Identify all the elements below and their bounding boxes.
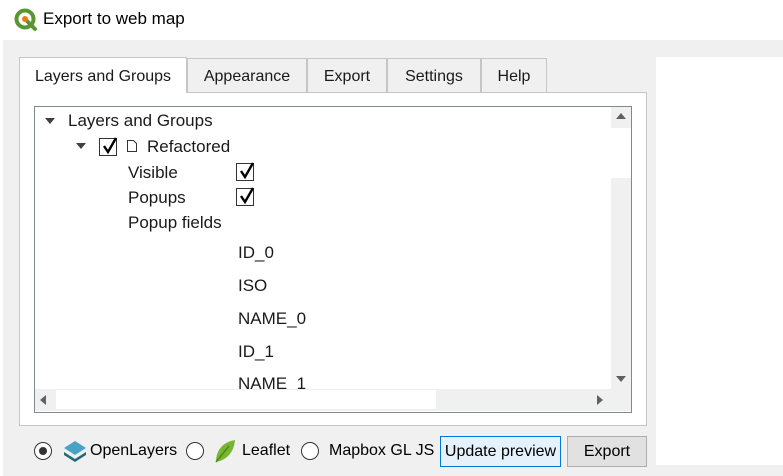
popup-field-item[interactable]: NAME_0 [238, 309, 306, 329]
radio-mapbox-gl-js[interactable] [301, 442, 319, 460]
window-title: Export to web map [43, 9, 185, 28]
layers-tree[interactable]: Layers and Groups Refactored Visible Pop… [34, 106, 632, 413]
radio-leaflet[interactable] [186, 442, 204, 460]
popups-label: Popups [128, 188, 186, 207]
scroll-down-arrow-icon[interactable] [616, 376, 626, 382]
openlayers-icon [64, 441, 86, 462]
horizontal-scroll-thumb[interactable] [56, 390, 436, 409]
map-preview-pane[interactable] [656, 57, 783, 465]
popup-field-item[interactable]: ID_1 [238, 342, 274, 362]
export-button[interactable]: Export [567, 436, 647, 467]
tab-layers-and-groups[interactable]: Layers and Groups [19, 57, 187, 93]
vertical-scroll-thumb[interactable] [611, 128, 631, 178]
layer-name: Refactored [147, 137, 231, 156]
checkmark-icon [103, 137, 118, 155]
scroll-up-arrow-icon[interactable] [616, 113, 626, 119]
expand-arrow-icon[interactable] [76, 143, 86, 149]
leaflet-label[interactable]: Leaflet [242, 442, 290, 460]
qgis-logo-icon [14, 8, 37, 31]
popups-checkbox[interactable] [236, 187, 255, 206]
scrollbar-corner [611, 389, 631, 411]
mapbox-label[interactable]: Mapbox GL JS [329, 442, 434, 460]
tab-help[interactable]: Help [481, 58, 547, 92]
scroll-right-arrow-icon[interactable] [597, 395, 603, 405]
checkmark-icon [240, 187, 255, 205]
popup-field-item[interactable]: ID_0 [238, 243, 274, 263]
window-edge [0, 40, 3, 476]
openlayers-label[interactable]: OpenLayers [90, 442, 177, 460]
visible-checkbox[interactable] [236, 162, 255, 181]
update-preview-button[interactable]: Update preview [440, 436, 561, 467]
tab-export[interactable]: Export [307, 58, 387, 92]
checkmark-icon [240, 162, 255, 180]
leaflet-icon [215, 440, 235, 463]
expand-arrow-icon[interactable] [45, 118, 55, 124]
scroll-left-arrow-icon[interactable] [40, 395, 46, 405]
visible-label: Visible [128, 163, 178, 182]
layer-checkbox[interactable] [99, 137, 118, 156]
tree-root-label: Layers and Groups [68, 111, 213, 130]
popup-fields-label: Popup fields [128, 213, 222, 232]
popup-field-item[interactable]: ISO [238, 276, 267, 296]
title-bar: Export to web map [0, 0, 783, 40]
tab-appearance[interactable]: Appearance [187, 58, 307, 92]
vector-layer-icon [127, 140, 137, 152]
tab-settings[interactable]: Settings [387, 58, 481, 92]
radio-openlayers[interactable] [34, 442, 52, 460]
